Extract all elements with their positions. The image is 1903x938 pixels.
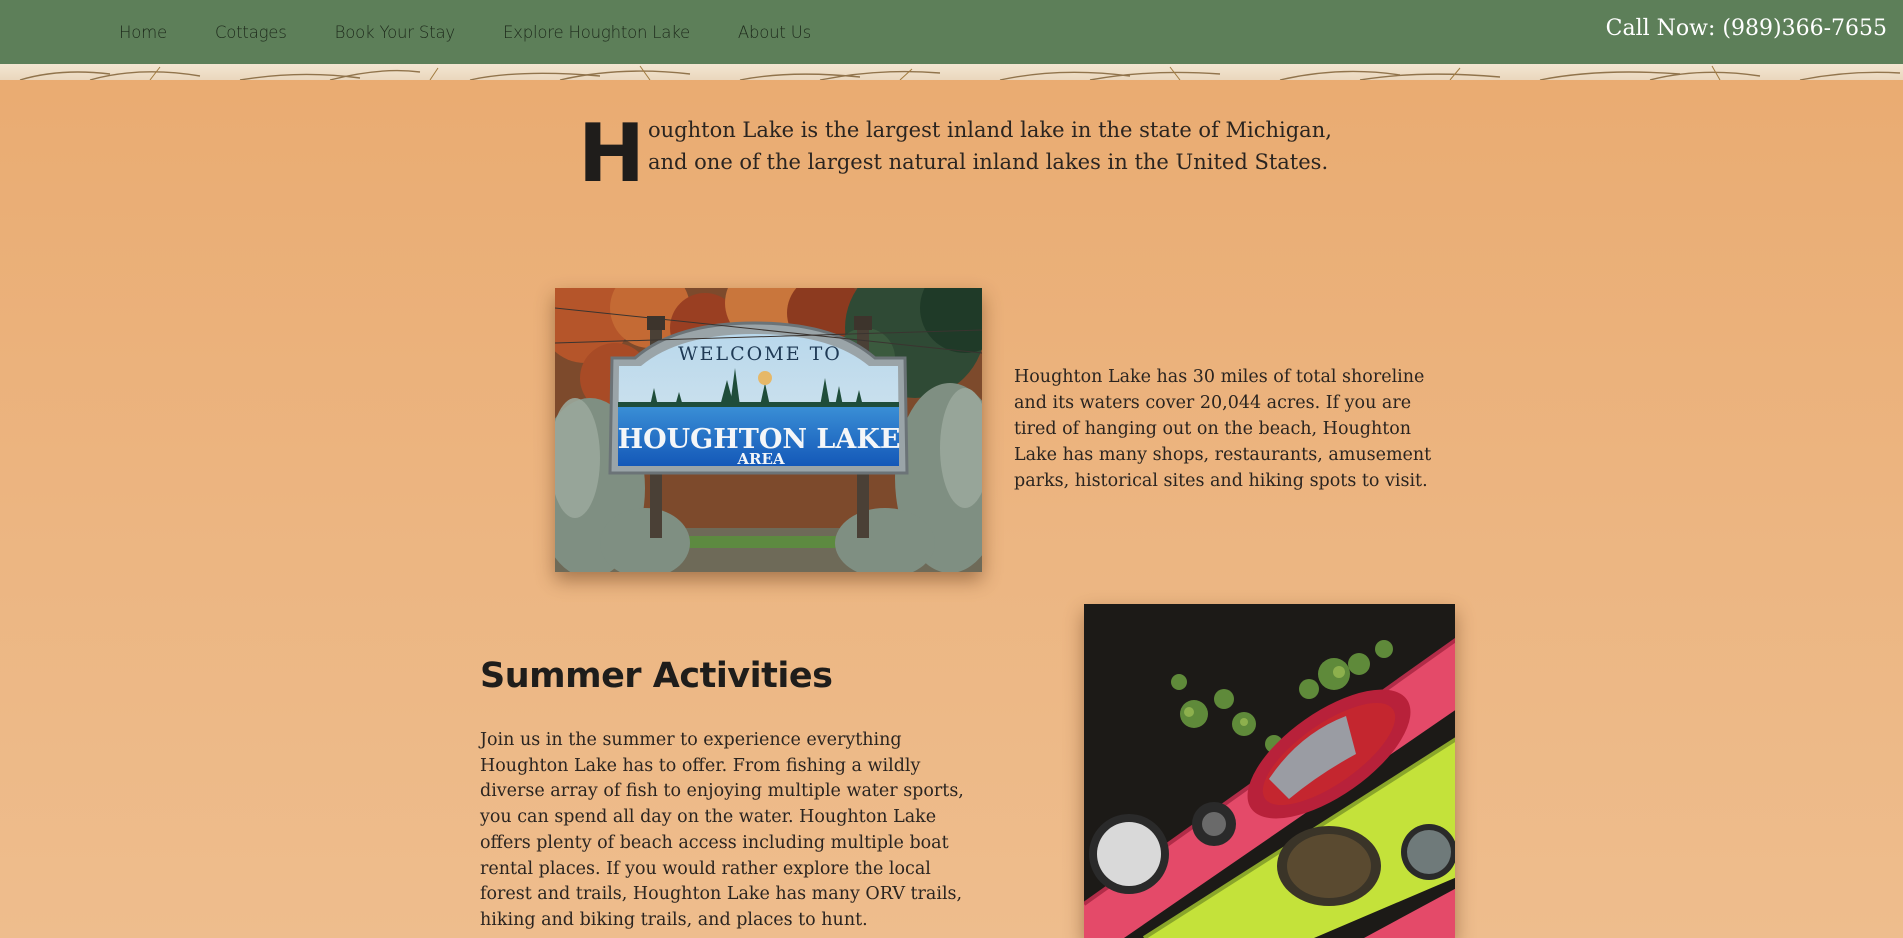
- nav-book-your-stay-link[interactable]: Book Your Stay: [335, 23, 455, 42]
- sign-area-text: AREA: [736, 450, 785, 468]
- top-navbar: Home Cottages Book Your Stay Explore Hou…: [0, 0, 1903, 64]
- intro-drop-cap: H: [578, 107, 645, 200]
- shoreline-paragraph: Houghton Lake has 30 miles of total shor…: [1014, 367, 1432, 491]
- welcome-sign-photo: WELCOME TO HOUGHTON LAKE AREA: [555, 288, 982, 572]
- nav-menu: Home Cottages Book Your Stay Explore Hou…: [119, 0, 859, 64]
- kayaks-photo: [1084, 604, 1455, 938]
- call-now-phone[interactable]: Call Now: (989)366-7655: [1606, 16, 1887, 41]
- nav-explore-link[interactable]: Explore Houghton Lake: [503, 23, 690, 42]
- nav-about-us-link[interactable]: About Us: [738, 23, 811, 42]
- summer-activities-heading: Summer Activities: [480, 656, 833, 696]
- sign-welcome-text: WELCOME TO: [678, 343, 842, 365]
- intro-text: oughton Lake is the largest inland lake …: [648, 118, 1332, 174]
- summer-activities-paragraph: Join us in the summer to experience ever…: [480, 730, 964, 930]
- nav-cottages-link[interactable]: Cottages: [215, 23, 287, 42]
- header-grass-banner: [0, 64, 1903, 80]
- nav-home-link[interactable]: Home: [119, 23, 167, 42]
